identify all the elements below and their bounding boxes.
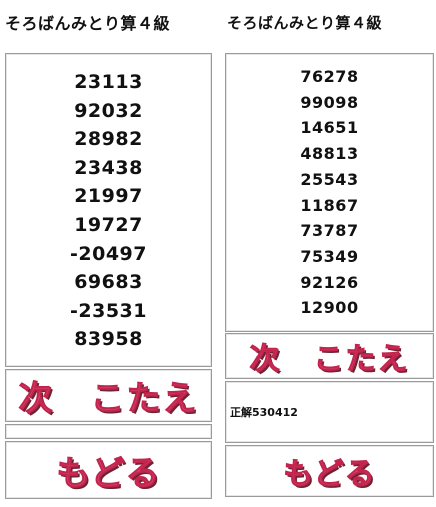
number-item: 76278 [300, 67, 359, 86]
number-item: 83958 [74, 328, 143, 351]
number-item: 14651 [300, 118, 359, 138]
number-item: 12900 [300, 298, 359, 318]
back-button[interactable]: もどる [5, 441, 212, 499]
number-list: 23113 92032 28982 23438 21997 19727 -204… [6, 54, 211, 354]
number-list: 76278 99098 14651 48813 25543 11867 7378… [226, 54, 433, 321]
next-answer-button[interactable]: 次 こたえ [225, 333, 434, 379]
number-item: 69683 [74, 271, 143, 294]
number-item: 23438 [74, 156, 143, 179]
number-item: -20497 [70, 242, 147, 265]
back-label: もどる [283, 457, 376, 493]
next-answer-label: 次 こたえ [18, 379, 199, 420]
number-item: 19727 [74, 213, 143, 236]
number-item: 75349 [300, 246, 359, 266]
numbers-box: 23113 92032 28982 23438 21997 19727 -204… [5, 53, 212, 367]
number-item: 48813 [300, 144, 359, 164]
number-item: 92032 [74, 99, 143, 122]
page-title: そろばんみとり算４級 [227, 14, 383, 32]
answer-box: 正解530412 [225, 381, 434, 443]
next-answer-label: 次 こたえ [249, 342, 410, 378]
number-item: -23531 [70, 299, 147, 322]
number-item: 92126 [300, 272, 359, 292]
number-item: 25543 [300, 169, 359, 189]
number-item: 11867 [300, 195, 359, 215]
back-label: もどる [56, 453, 161, 494]
numbers-box: 76278 99098 14651 48813 25543 11867 7378… [225, 53, 434, 332]
answer-text: 正解530412 [230, 406, 298, 419]
number-item: 23113 [74, 71, 143, 93]
next-answer-button[interactable]: 次 こたえ [5, 369, 212, 422]
number-item: 73787 [300, 221, 359, 241]
number-item: 99098 [300, 92, 359, 112]
number-item: 21997 [74, 185, 143, 208]
back-button[interactable]: もどる [225, 445, 434, 497]
number-item: 28982 [74, 128, 143, 151]
page-title: そろばんみとり算４級 [5, 14, 171, 33]
answer-box [5, 424, 212, 439]
